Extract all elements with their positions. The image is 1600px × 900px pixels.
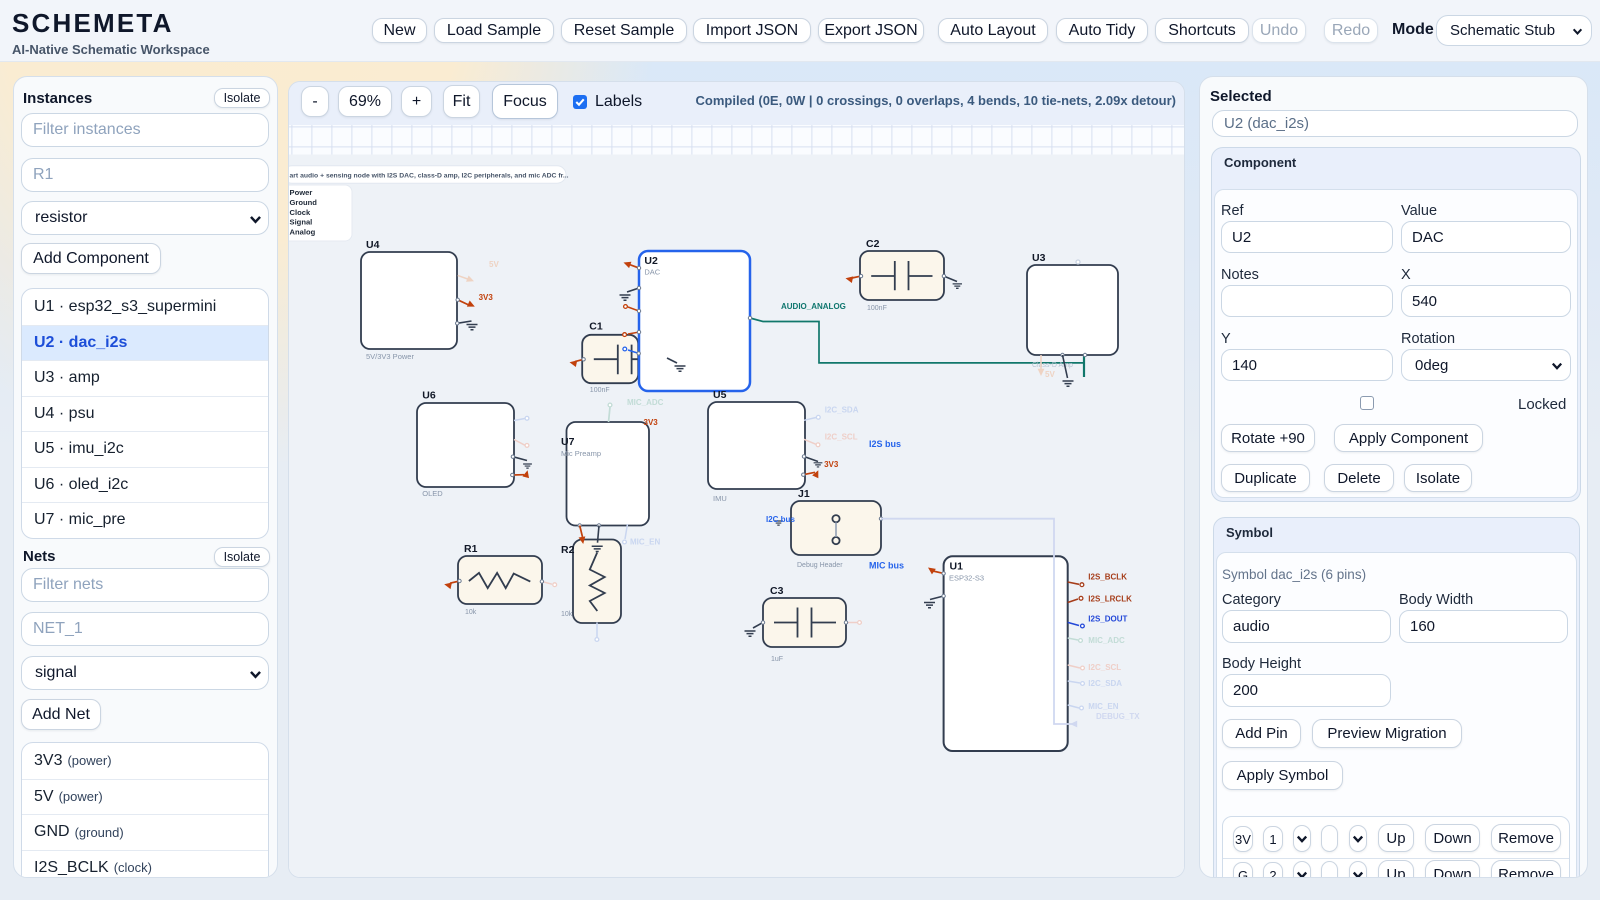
- svg-text:Analog: Analog: [290, 227, 316, 236]
- svg-text:C3: C3: [770, 585, 784, 597]
- svg-text:I2C_SDA: I2C_SDA: [825, 406, 859, 415]
- svg-text:I2S_BCLK: I2S_BCLK: [1088, 573, 1127, 582]
- svg-text:U5: U5: [713, 389, 727, 401]
- svg-text:MIC_EN: MIC_EN: [1088, 702, 1118, 711]
- svg-text:I2C bus: I2C bus: [766, 515, 795, 524]
- svg-text:I2C_SDA: I2C_SDA: [1088, 679, 1122, 688]
- svg-text:Mic Preamp: Mic Preamp: [561, 449, 601, 458]
- svg-text:Clock: Clock: [290, 208, 311, 217]
- svg-text:I2S_LRCLK: I2S_LRCLK: [1088, 594, 1132, 603]
- svg-text:art audio + sensing node with: art audio + sensing node with I2S DAC, c…: [290, 173, 569, 180]
- svg-text:3V3: 3V3: [479, 293, 494, 302]
- svg-text:Signal: Signal: [290, 218, 313, 227]
- svg-text:C2: C2: [866, 238, 880, 250]
- svg-text:U1: U1: [950, 561, 964, 573]
- svg-text:Ground: Ground: [290, 198, 318, 207]
- svg-text:ESP32-S3: ESP32-S3: [949, 574, 984, 583]
- svg-text:I2S_DOUT: I2S_DOUT: [1088, 615, 1127, 624]
- svg-text:10k: 10k: [465, 609, 477, 616]
- svg-text:DAC: DAC: [644, 268, 660, 277]
- svg-text:U3: U3: [1032, 252, 1046, 264]
- svg-text:AUDIO_ANALOG: AUDIO_ANALOG: [781, 302, 846, 311]
- svg-text:U7: U7: [561, 436, 575, 448]
- svg-text:Debug Header: Debug Header: [797, 562, 843, 569]
- svg-text:U2: U2: [644, 255, 658, 267]
- svg-text:OLED: OLED: [422, 489, 443, 498]
- svg-text:I2S bus: I2S bus: [869, 439, 901, 449]
- svg-text:MIC_EN: MIC_EN: [630, 538, 660, 547]
- svg-text:3V3: 3V3: [824, 460, 839, 469]
- svg-text:Power: Power: [290, 188, 313, 197]
- svg-text:5V: 5V: [1045, 370, 1055, 379]
- svg-text:DEBUG_TX: DEBUG_TX: [1096, 712, 1140, 721]
- svg-text:5V: 5V: [489, 260, 499, 269]
- svg-text:C1: C1: [589, 321, 603, 333]
- svg-text:R1: R1: [464, 543, 478, 555]
- svg-text:3V3: 3V3: [644, 418, 659, 427]
- svg-text:U4: U4: [366, 239, 380, 251]
- svg-text:J1: J1: [798, 488, 810, 500]
- svg-text:MIC_ADC: MIC_ADC: [627, 398, 664, 407]
- svg-text:MIC bus: MIC bus: [869, 561, 904, 571]
- svg-text:5V/3V3 Power: 5V/3V3 Power: [366, 352, 414, 361]
- svg-text:I2C_SCL: I2C_SCL: [825, 433, 858, 442]
- svg-text:IMU: IMU: [713, 494, 727, 503]
- svg-text:MIC_ADC: MIC_ADC: [1088, 636, 1125, 645]
- svg-text:100nF: 100nF: [867, 305, 887, 312]
- svg-text:R2: R2: [561, 544, 575, 556]
- svg-text:I2C_SCL: I2C_SCL: [1088, 663, 1121, 672]
- svg-text:1uF: 1uF: [771, 656, 783, 663]
- svg-text:U6: U6: [422, 390, 436, 402]
- svg-text:Class-D Amp: Class-D Amp: [1032, 362, 1073, 369]
- svg-text:100nF: 100nF: [590, 387, 610, 394]
- svg-text:10k: 10k: [561, 611, 573, 618]
